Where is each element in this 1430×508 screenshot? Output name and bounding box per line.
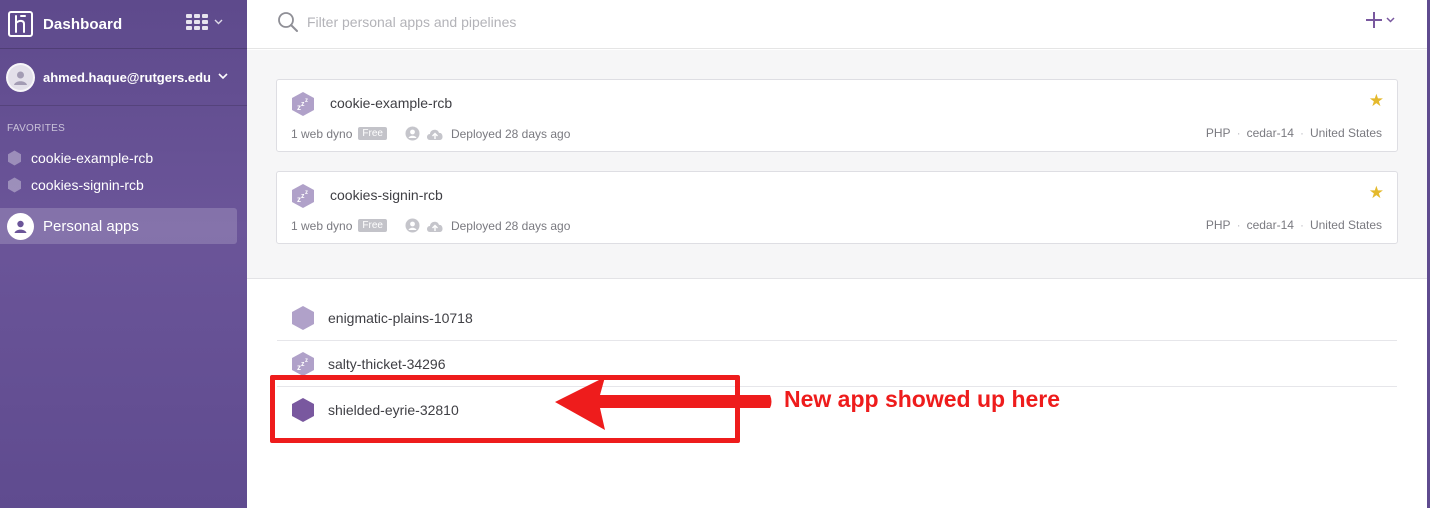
cloud-upload-icon xyxy=(425,127,445,141)
plus-icon xyxy=(1366,12,1382,28)
apps-menu-button[interactable] xyxy=(186,14,223,30)
sleeping-hexagon-icon: z z z xyxy=(292,184,314,208)
app-region: United States xyxy=(1309,218,1382,232)
svg-text:z: z xyxy=(305,358,308,364)
tier-badge: Free xyxy=(358,127,387,140)
dyno-count: 1 web dyno xyxy=(291,126,353,141)
app-language: PHP xyxy=(1205,218,1231,232)
app-stack: cedar-14 xyxy=(1246,218,1294,232)
chevron-down-icon xyxy=(1386,17,1395,23)
app-name[interactable]: cookies-signin-rcb xyxy=(330,187,443,203)
sleeping-hexagon-icon: z z z xyxy=(292,92,314,116)
hexagon-icon xyxy=(8,150,21,165)
hexagon-icon xyxy=(291,305,315,331)
star-icon[interactable]: ★ xyxy=(1369,91,1384,111)
arrow-left-icon xyxy=(555,377,772,430)
sidebar-item-personal-apps[interactable]: Personal apps xyxy=(0,208,237,244)
avatar xyxy=(6,62,35,92)
favorite-app-card[interactable]: z z z cookie-example-rcb ★ 1 web dyno Fr… xyxy=(276,79,1398,152)
user-icon xyxy=(405,126,420,141)
sidebar: Dashboard ahmed.haque@rutgers.edu FAVORI… xyxy=(0,0,247,508)
list-item[interactable]: enigmatic-plains-10718 xyxy=(277,295,1397,341)
sleeping-hexagon-icon: z z z xyxy=(291,351,315,377)
svg-text:z: z xyxy=(305,98,308,104)
app-stack-info: PHP · cedar-14 · United States xyxy=(1205,126,1382,140)
app-stack: cedar-14 xyxy=(1246,126,1294,140)
chevron-down-icon xyxy=(218,73,228,80)
search-input[interactable] xyxy=(307,10,907,34)
app-name[interactable]: salty-thicket-34296 xyxy=(328,356,446,372)
app-name[interactable]: enigmatic-plains-10718 xyxy=(328,310,473,326)
sidebar-header: Dashboard xyxy=(0,0,247,49)
svg-text:z: z xyxy=(305,190,308,196)
app-stack-info: PHP · cedar-14 · United States xyxy=(1205,218,1382,232)
app-meta: 1 web dyno Free Deployed 28 days ago xyxy=(291,126,570,141)
account-menu[interactable]: ahmed.haque@rutgers.edu xyxy=(0,49,247,106)
deploy-status: Deployed 28 days ago xyxy=(450,218,571,233)
sidebar-favorite-label: cookies-signin-rcb xyxy=(31,176,144,193)
user-email: ahmed.haque@rutgers.edu xyxy=(43,69,211,85)
search-icon xyxy=(277,11,299,38)
deploy-status: Deployed 28 days ago xyxy=(450,126,571,141)
favorites-heading: FAVORITES xyxy=(7,123,66,134)
user-icon xyxy=(405,218,420,233)
sidebar-favorite-cookie-example-rcb[interactable]: cookie-example-rcb xyxy=(0,144,247,171)
cloud-upload-icon xyxy=(425,219,445,233)
sidebar-favorite-label: cookie-example-rcb xyxy=(31,149,154,166)
sidebar-item-label: Personal apps xyxy=(43,217,139,235)
favorites-section: z z z cookie-example-rcb ★ 1 web dyno Fr… xyxy=(247,50,1427,279)
favorites-list: cookie-example-rcb cookies-signin-rcb xyxy=(0,144,247,198)
tier-badge: Free xyxy=(358,219,387,232)
heroku-logo-icon[interactable] xyxy=(8,11,33,37)
grid-icon xyxy=(186,14,208,30)
dashboard-title[interactable]: Dashboard xyxy=(43,16,122,33)
app-name[interactable]: cookie-example-rcb xyxy=(330,95,452,111)
sidebar-favorite-cookies-signin-rcb[interactable]: cookies-signin-rcb xyxy=(0,171,247,198)
star-icon[interactable]: ★ xyxy=(1369,183,1384,203)
user-icon xyxy=(7,212,34,240)
top-bar xyxy=(247,0,1427,49)
annotation-text: New app showed up here xyxy=(784,386,1061,412)
favorite-app-card[interactable]: z z z cookies-signin-rcb ★ 1 web dyno Fr… xyxy=(276,171,1398,244)
app-region: United States xyxy=(1309,126,1382,140)
app-language: PHP xyxy=(1205,126,1231,140)
chevron-down-icon xyxy=(214,19,223,25)
new-app-button[interactable] xyxy=(1365,11,1395,29)
dyno-count: 1 web dyno xyxy=(291,218,353,233)
app-meta: 1 web dyno Free Deployed 28 days ago xyxy=(291,218,570,233)
hexagon-icon xyxy=(8,177,21,192)
